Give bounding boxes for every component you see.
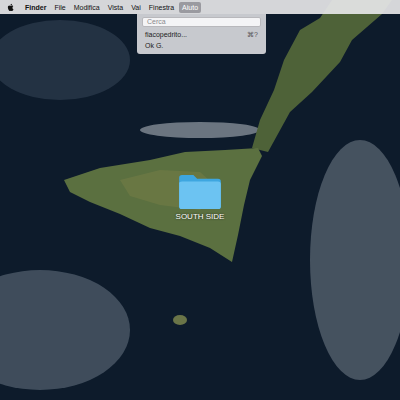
menu-item[interactable]: Vista <box>105 2 126 13</box>
menu-item[interactable]: Finder <box>22 2 49 13</box>
menu-item[interactable]: Finestra <box>146 2 177 13</box>
desktop: FinderFileModificaVistaVaiFinestraAiutoC… <box>0 0 400 400</box>
menu-item[interactable]: Aiuto <box>179 2 201 13</box>
help-menu-item[interactable]: fiacopedrito...⌘? <box>137 29 266 40</box>
apple-icon[interactable] <box>7 3 15 12</box>
desktop-folder[interactable]: SOUTH SIDE <box>166 174 234 221</box>
menu-item[interactable]: Vai <box>128 2 144 13</box>
help-search-field[interactable]: Cerca <box>142 17 261 27</box>
help-search-row: Cerca <box>137 16 266 29</box>
menu-bar: FinderFileModificaVistaVaiFinestraAiuto <box>0 0 400 14</box>
menu-item[interactable]: Modifica <box>71 2 103 13</box>
folder-icon <box>177 174 223 210</box>
help-menu-item[interactable]: Ok G. <box>137 40 266 51</box>
folder-label: SOUTH SIDE <box>176 212 225 221</box>
help-menu: Cerca fiacopedrito...⌘?Ok G. <box>137 14 266 54</box>
menu-item[interactable]: File <box>51 2 68 13</box>
